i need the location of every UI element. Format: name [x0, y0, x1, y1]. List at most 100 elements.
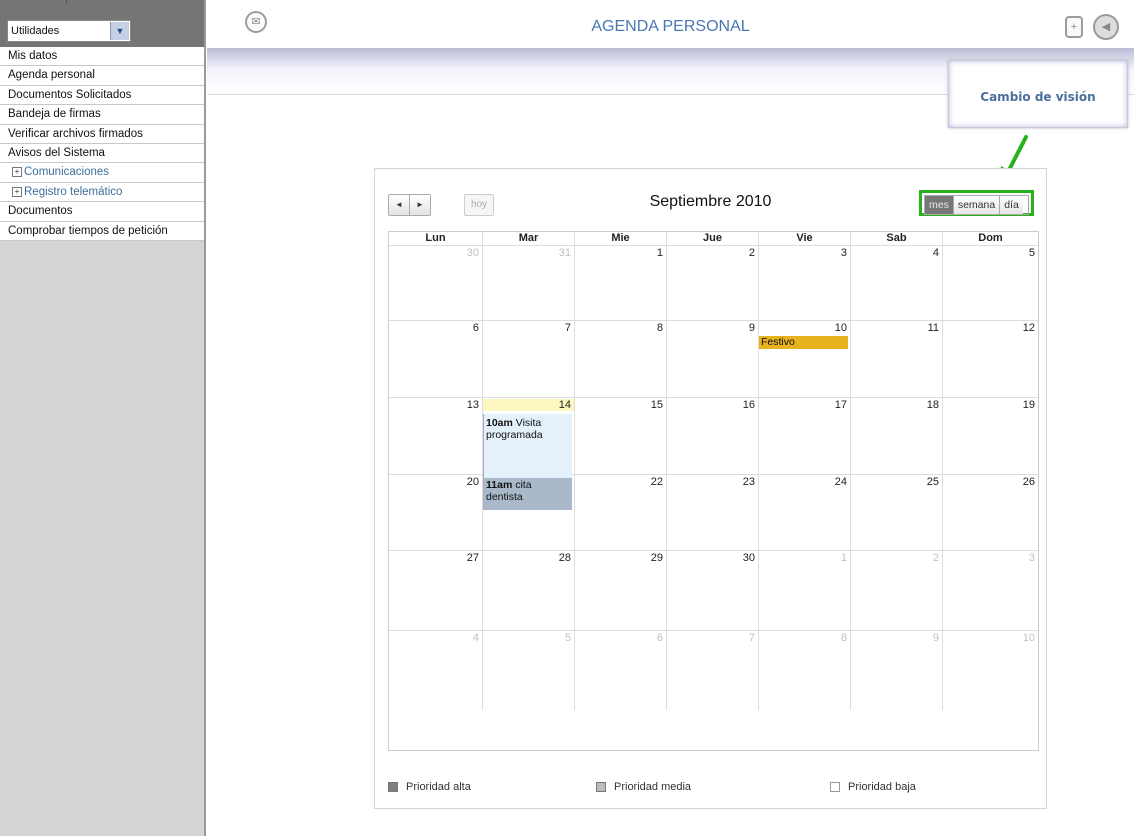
sidebar-item[interactable]: Mis datos — [0, 47, 204, 67]
day-cell[interactable]: 25 — [850, 474, 942, 550]
day-cell[interactable]: 19 — [942, 397, 1038, 474]
day-cell[interactable]: 30 — [389, 245, 482, 320]
new-document-icon[interactable]: + — [1065, 16, 1083, 38]
day-number: 22 — [650, 476, 663, 488]
sidebar-item[interactable]: Avisos del Sistema — [0, 144, 204, 164]
day-number: 30 — [466, 247, 479, 259]
day-cell[interactable]: 5 — [942, 245, 1038, 320]
annotation-callout: Cambio de visión — [948, 60, 1128, 128]
view-button[interactable]: día — [999, 196, 1023, 214]
view-button[interactable]: mes — [925, 196, 953, 214]
day-number: 27 — [466, 552, 479, 564]
day-number: 24 — [834, 476, 847, 488]
sidebar-item[interactable]: + Registro telemático — [0, 183, 204, 203]
calendar-event[interactable]: 11am cita dentista — [483, 478, 572, 510]
day-number: 23 — [742, 476, 755, 488]
weekday-header: Dom — [942, 232, 1038, 245]
sidebar-item-label: Documentos Solicitados — [8, 88, 132, 101]
sidebar-item[interactable]: Documentos Solicitados — [0, 86, 204, 106]
callout-text: Cambio de visión — [980, 90, 1096, 104]
day-number: 15 — [650, 399, 663, 411]
weekday-header: Jue — [666, 232, 758, 245]
day-cell[interactable]: 20 — [389, 474, 482, 550]
calendar: ◄ ► hoy Septiembre 2010 mes semana día Lun… — [374, 168, 1047, 809]
sidebar-item[interactable]: Agenda personal — [0, 66, 204, 86]
legend-swatch — [388, 782, 398, 792]
sidebar-item-label: Comunicaciones — [24, 166, 110, 179]
view-buttons: mes semana día — [924, 195, 1029, 215]
day-cell[interactable]: 24 — [758, 474, 850, 550]
day-cell[interactable]: 8 — [574, 320, 666, 397]
day-cell[interactable]: 6 — [389, 320, 482, 397]
day-cell[interactable]: 7 — [482, 320, 574, 397]
day-number: 10 — [1022, 632, 1035, 644]
sidebar-item[interactable]: + Comunicaciones — [0, 163, 204, 183]
day-cell[interactable]: 23 — [666, 474, 758, 550]
day-cell[interactable]: 29 — [574, 550, 666, 630]
day-cell[interactable]: 4 — [850, 245, 942, 320]
module-select[interactable]: Utilidades ▼ — [7, 20, 131, 42]
day-cell[interactable]: 16 — [666, 397, 758, 474]
day-number: 16 — [742, 399, 755, 411]
day-cell[interactable]: 18 — [850, 397, 942, 474]
sidebar-menu: Mis datos Agenda personal Documentos Solic… — [0, 47, 204, 241]
calendar-toolbar: ◄ ► hoy Septiembre 2010 mes semana día — [375, 169, 1046, 229]
expand-icon[interactable]: + — [12, 186, 22, 197]
chevron-down-icon[interactable]: ▼ — [110, 22, 129, 40]
day-cell[interactable]: 28 — [482, 550, 574, 630]
day-cell[interactable]: 13 — [389, 397, 482, 474]
day-cell[interactable]: 3 — [942, 550, 1038, 630]
day-number: 4 — [932, 247, 939, 259]
sidebar-item[interactable]: Verificar archivos firmados — [0, 125, 204, 144]
day-cell[interactable]: 1 — [758, 550, 850, 630]
day-cell[interactable]: 10 — [758, 320, 850, 397]
day-number: 6 — [472, 322, 479, 334]
day-cell[interactable]: 9 — [850, 630, 942, 710]
day-number: 17 — [834, 399, 847, 411]
day-number: 5 — [1028, 247, 1035, 259]
sidebar-item[interactable]: Documentos — [0, 202, 204, 222]
day-number: 6 — [656, 632, 663, 644]
sidebar-item-label: Bandeja de firmas — [8, 108, 101, 121]
day-cell[interactable]: 17 — [758, 397, 850, 474]
legend-label: Prioridad alta — [406, 781, 471, 793]
day-number: 28 — [558, 552, 571, 564]
arrow-left-icon[interactable]: ◀ — [1093, 14, 1119, 40]
day-cell[interactable]: 7 — [666, 630, 758, 710]
calendar-event[interactable]: Festivo — [759, 336, 848, 349]
expand-icon[interactable]: + — [12, 167, 22, 178]
day-cell[interactable]: 5 — [482, 630, 574, 710]
legend-item: Prioridad baja — [830, 781, 916, 793]
day-cell[interactable]: 6 — [574, 630, 666, 710]
sidebar-item-label: Verificar archivos firmados — [8, 127, 143, 140]
day-cell[interactable]: 26 — [942, 474, 1038, 550]
day-cell[interactable]: 8 — [758, 630, 850, 710]
day-cell[interactable]: 2 — [850, 550, 942, 630]
view-button[interactable]: semana — [952, 196, 1000, 214]
day-cell[interactable]: 4 — [389, 630, 482, 710]
day-cell[interactable]: 2 — [666, 245, 758, 320]
day-number: 4 — [472, 632, 479, 644]
day-cell[interactable]: 11 — [850, 320, 942, 397]
day-number: 8 — [840, 632, 847, 644]
day-cell[interactable]: 10 — [942, 630, 1038, 710]
day-cell[interactable]: 12 — [942, 320, 1038, 397]
day-number: 9 — [932, 632, 939, 644]
day-cell[interactable]: 3 — [758, 245, 850, 320]
day-cell[interactable]: 22 — [574, 474, 666, 550]
day-cell[interactable]: 31 — [482, 245, 574, 320]
calendar-event[interactable]: 10am Visita programada — [483, 414, 572, 478]
day-cell[interactable]: 1 — [574, 245, 666, 320]
sidebar-item[interactable]: Bandeja de firmas — [0, 105, 204, 125]
legend-item: Prioridad media — [596, 781, 691, 793]
day-cell[interactable]: 30 — [666, 550, 758, 630]
sidebar: Utilidades ▼ Mis datos Agenda personal Doc… — [0, 0, 206, 836]
sidebar-item[interactable]: Comprobar tiempos de petición — [0, 222, 204, 241]
sidebar-item-label: Documentos — [8, 205, 73, 218]
legend-swatch — [830, 782, 840, 792]
event-title: Festivo — [761, 336, 795, 348]
day-cell[interactable]: 15 — [574, 397, 666, 474]
day-cell[interactable]: 9 — [666, 320, 758, 397]
day-cell[interactable]: 27 — [389, 550, 482, 630]
sidebar-item-label: Mis datos — [8, 50, 58, 62]
